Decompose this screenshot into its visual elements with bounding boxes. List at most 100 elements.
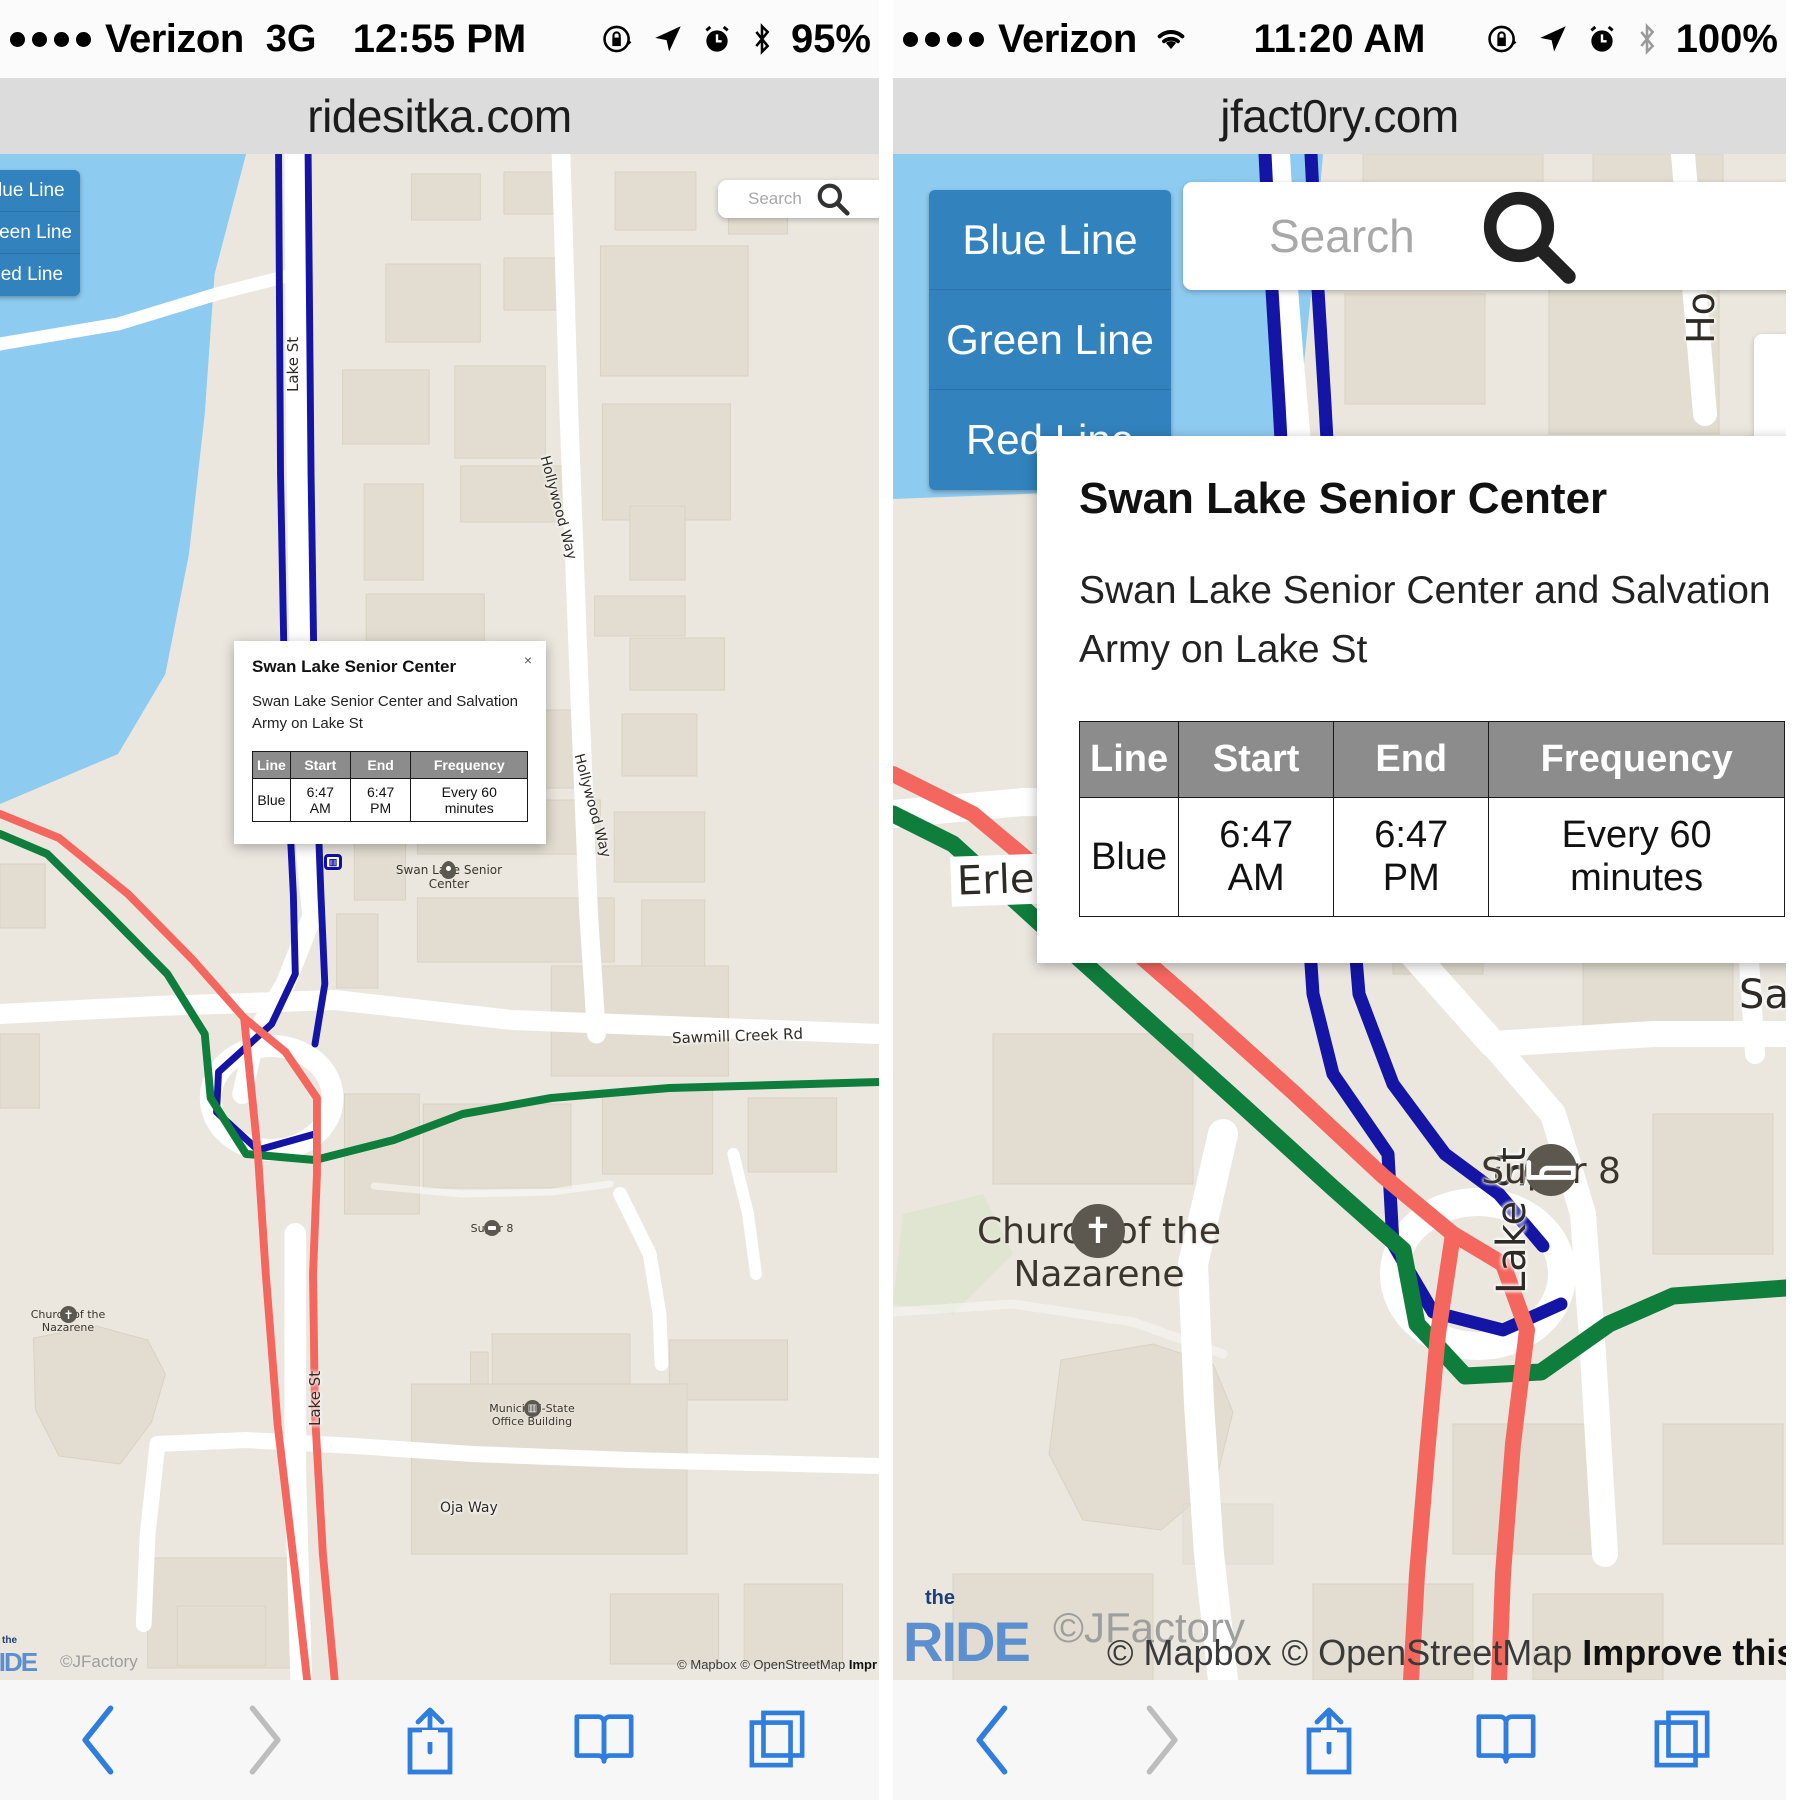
- table-row: Blue 6:47 AM 6:47 PM Every 60 minutes: [252, 777, 528, 822]
- hotel-bed-icon: [484, 1220, 500, 1236]
- cell-frequency: Every 60 minutes: [1488, 797, 1785, 917]
- bluetooth-icon: [1634, 22, 1660, 56]
- cell-line: Blue: [252, 777, 291, 822]
- ride-the-text: the: [2, 1635, 17, 1646]
- line-filter-panel[interactable]: Blue Line Green Line Red Line: [0, 170, 80, 296]
- the-ride-logo: the RIDE: [903, 1587, 1031, 1674]
- table-header-row: Line Start End Frequency: [252, 750, 528, 779]
- column-header-end: End: [1333, 721, 1490, 798]
- schedule-table: Line Start End Frequency Blue 6:47 AM 6:…: [1078, 721, 1785, 917]
- map-attribution-bar: the RIDE ©JFactory © Mapbox © OpenStreet…: [893, 1587, 1786, 1680]
- poi-municipal-state-office-building[interactable]: ▥ Municipal-State Office Building: [489, 1400, 597, 1428]
- url-bar[interactable]: ridesitka.com: [0, 78, 879, 154]
- map-attribution-bar: the RIDE ©JFactory © Mapbox © OpenStreet…: [0, 1635, 879, 1680]
- browser-toolbar[interactable]: [0, 1680, 879, 1800]
- url-bar[interactable]: jfact0ry.com: [893, 78, 1786, 154]
- location-arrow-icon: [1536, 22, 1570, 56]
- map-pin-icon: [441, 861, 456, 879]
- bookmarks-button[interactable]: [571, 1707, 637, 1773]
- poi-super-8[interactable]: Super 8: [1481, 1144, 1671, 1196]
- battery-percent-label: 95%: [790, 16, 871, 61]
- popup-title: Swan Lake Senior Center: [1079, 474, 1608, 523]
- url-text: jfact0ry.com: [1220, 90, 1459, 142]
- location-arrow-icon: [651, 22, 685, 56]
- poi-church-of-the-nazarene[interactable]: ✝ Church of the Nazarene: [31, 1306, 123, 1334]
- poi-swan-lake-senior-center[interactable]: Swan Lake Senior Center: [396, 861, 509, 892]
- green-line-filter[interactable]: Green Line: [929, 290, 1171, 390]
- bookmarks-button[interactable]: [1473, 1707, 1539, 1773]
- search-box[interactable]: Search: [1183, 182, 1786, 290]
- map-credit[interactable]: © Mapbox © OpenStreetMap Improve this: [1107, 1632, 1786, 1674]
- url-text: ridesitka.com: [307, 90, 572, 142]
- column-header-frequency: Frequency: [410, 750, 528, 779]
- column-header-line: Line: [1078, 721, 1180, 798]
- status-bar: Verizon 3G 12:55 PM 95%: [0, 0, 879, 78]
- tabs-button[interactable]: [1653, 1708, 1711, 1772]
- table-header-row: Line Start End Frequency: [1078, 721, 1785, 798]
- poi-super-8[interactable]: Super 8: [471, 1220, 537, 1236]
- map-credit-text: © Mapbox © OpenStreetMap: [1107, 1632, 1573, 1673]
- close-icon[interactable]: ×: [524, 653, 532, 667]
- map-credit[interactable]: © Mapbox © OpenStreetMap Impr: [677, 1657, 877, 1672]
- share-button[interactable]: [1299, 1703, 1359, 1777]
- blue-line-filter[interactable]: Blue Line: [929, 190, 1171, 290]
- share-button[interactable]: [400, 1703, 460, 1777]
- hotel-bed-icon: [1525, 1144, 1577, 1196]
- blue-line-filter[interactable]: Blue Line: [0, 170, 80, 212]
- table-row: Blue 6:47 AM 6:47 PM Every 60 minutes: [1078, 797, 1785, 917]
- the-ride-logo: the RIDE: [0, 1635, 38, 1678]
- stop-info-popup[interactable]: × Swan Lake Senior Center Swan Lake Seni…: [234, 641, 546, 844]
- government-icon: ▥: [524, 1400, 541, 1417]
- search-box[interactable]: Search: [718, 180, 879, 218]
- improve-map-link[interactable]: Improve this: [1582, 1632, 1786, 1673]
- popup-title: Swan Lake Senior Center: [252, 657, 457, 676]
- dual-screenshot-container: Verizon 3G 12:55 PM 95% ridesitka.com ue…: [0, 0, 1800, 1800]
- column-header-start: Start: [1178, 721, 1335, 798]
- status-bar: Verizon 11:20 AM 100%: [893, 0, 1786, 78]
- battery-percent-label: 100%: [1675, 16, 1778, 61]
- status-bar-right: 95%: [601, 0, 871, 78]
- cell-line: Blue: [1078, 797, 1180, 917]
- alarm-clock-icon: [1586, 23, 1618, 55]
- tabs-button[interactable]: [748, 1708, 806, 1772]
- popup-description: Swan Lake Senior Center and Salvation Ar…: [1079, 569, 1771, 671]
- forward-button[interactable]: [1134, 1704, 1186, 1776]
- forward-button[interactable]: [237, 1704, 289, 1776]
- status-bar-right: 100%: [1486, 0, 1778, 78]
- green-line-filter[interactable]: Green Line: [0, 212, 80, 254]
- cell-start: 6:47 AM: [289, 777, 351, 822]
- right-phone-screenshot: Verizon 11:20 AM 100% jfact0ry.com Blue …: [893, 0, 1786, 1800]
- improve-map-link[interactable]: Impr: [849, 1657, 877, 1672]
- stop-info-popup[interactable]: Swan Lake Senior Center Swan Lake Senior…: [1037, 436, 1786, 963]
- schedule-table: Line Start End Frequency Blue 6:47 AM 6:…: [252, 750, 528, 822]
- map-canvas[interactable]: Blue Line Green Line Red Line Search Lak…: [0, 154, 879, 1680]
- red-line-filter[interactable]: Red Line: [0, 254, 80, 296]
- map-credit-text: © Mapbox © OpenStreetMap: [677, 1657, 846, 1672]
- cell-start: 6:47 AM: [1178, 797, 1335, 917]
- rotation-lock-icon: [1486, 22, 1520, 56]
- cell-end: 6:47 PM: [1333, 797, 1490, 917]
- church-cross-icon: ✝: [1071, 1204, 1125, 1258]
- ride-word-text: RIDE: [0, 1647, 38, 1677]
- column-header-line: Line: [252, 750, 291, 779]
- column-header-end: End: [349, 750, 412, 779]
- column-header-start: Start: [289, 750, 351, 779]
- bluetooth-icon: [749, 22, 775, 56]
- column-header-frequency: Frequency: [1488, 721, 1785, 798]
- cell-end: 6:47 PM: [349, 777, 412, 822]
- back-button[interactable]: [74, 1704, 126, 1776]
- map-canvas[interactable]: Blue Line Green Line Red Line Search Hol…: [893, 154, 1786, 1680]
- alarm-clock-icon: [701, 23, 733, 55]
- bus-stop-marker-icon[interactable]: ▥: [324, 854, 342, 870]
- ride-the-text: the: [925, 1587, 955, 1609]
- popup-description: Swan Lake Senior Center and Salvation Ar…: [252, 693, 519, 732]
- rotation-lock-icon: [601, 22, 635, 56]
- cell-frequency: Every 60 minutes: [410, 777, 528, 822]
- jfactory-credit: ©JFactory: [60, 1652, 138, 1671]
- left-phone-screenshot: Verizon 3G 12:55 PM 95% ridesitka.com ue…: [0, 0, 893, 1800]
- map-graphics: [0, 154, 879, 1680]
- back-button[interactable]: [968, 1704, 1020, 1776]
- ride-word-text: RIDE: [903, 1610, 1031, 1673]
- poi-church-of-the-nazarene[interactable]: ✝ Church of the Nazarene: [977, 1204, 1249, 1296]
- browser-toolbar[interactable]: [893, 1680, 1786, 1800]
